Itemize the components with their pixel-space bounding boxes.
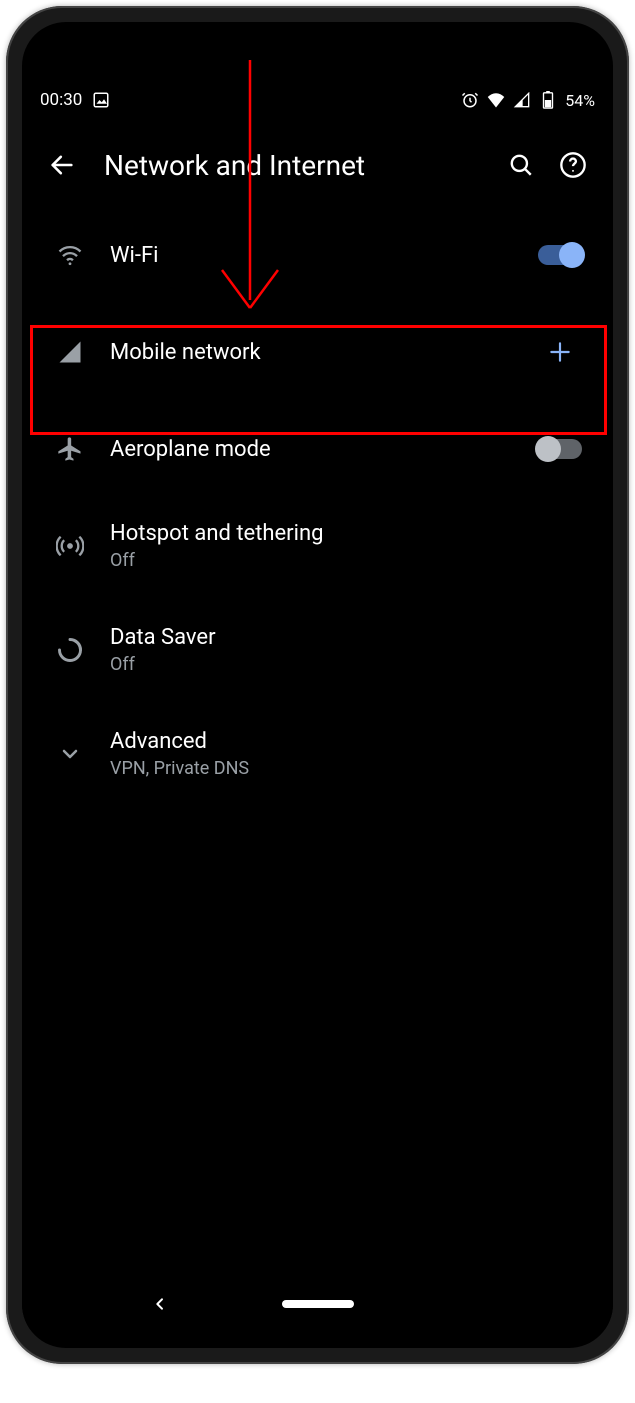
screen: 00:30 (22, 80, 613, 1330)
settings-list: Wi-Fi Mobile network (22, 210, 613, 806)
row-wifi-title: Wi-Fi (110, 243, 525, 268)
row-hotspot-body: Hotspot and tethering Off (100, 521, 595, 571)
row-aeroplane-body: Aeroplane mode (100, 437, 525, 462)
row-advanced-sub: VPN, Private DNS (110, 758, 595, 779)
status-time: 00:30 (40, 90, 82, 110)
hotspot-icon (40, 532, 100, 560)
row-advanced-body: Advanced VPN, Private DNS (100, 729, 595, 779)
row-hotspot-title: Hotspot and tethering (110, 521, 595, 546)
wifi-status-icon (487, 91, 505, 109)
row-hotspot-sub: Off (110, 550, 595, 571)
back-button[interactable] (40, 143, 84, 187)
datasaver-icon (40, 636, 100, 664)
search-button[interactable] (499, 143, 543, 187)
help-icon (559, 151, 587, 179)
aeroplane-toggle-area[interactable] (525, 439, 595, 459)
page-title: Network and Internet (104, 149, 491, 182)
status-right: 54% (461, 91, 595, 110)
battery-percent: 54% (565, 91, 595, 110)
arrow-left-icon (48, 151, 76, 179)
app-header: Network and Internet (22, 120, 613, 210)
cellular-icon (40, 338, 100, 366)
row-advanced[interactable]: Advanced VPN, Private DNS (22, 702, 613, 806)
status-bar: 00:30 (22, 80, 613, 120)
wifi-icon (40, 241, 100, 269)
image-icon (92, 91, 110, 109)
phone-frame: 00:30 (6, 6, 629, 1364)
row-wifi[interactable]: Wi-Fi (22, 210, 613, 300)
aeroplane-toggle[interactable] (538, 439, 582, 459)
row-datasaver-title: Data Saver (110, 625, 595, 650)
nav-home-pill[interactable] (282, 1300, 354, 1308)
row-advanced-title: Advanced (110, 729, 595, 754)
wifi-toggle-area[interactable] (525, 245, 595, 265)
status-left: 00:30 (40, 90, 110, 110)
row-hotspot[interactable]: Hotspot and tethering Off (22, 494, 613, 598)
row-aeroplane-title: Aeroplane mode (110, 437, 525, 462)
battery-icon (539, 91, 557, 109)
row-mobile-network[interactable]: Mobile network (22, 300, 613, 404)
row-mobile-title: Mobile network (110, 340, 525, 365)
plus-icon (547, 339, 573, 365)
chevron-down-icon (40, 742, 100, 766)
wifi-toggle[interactable] (538, 245, 582, 265)
help-button[interactable] (551, 143, 595, 187)
row-datasaver-sub: Off (110, 654, 595, 675)
search-icon (508, 152, 534, 178)
cellular-status-icon (513, 91, 531, 109)
row-datasaver-body: Data Saver Off (100, 625, 595, 675)
row-aeroplane[interactable]: Aeroplane mode (22, 404, 613, 494)
row-wifi-body: Wi-Fi (100, 243, 525, 268)
chevron-left-icon (152, 1294, 168, 1314)
phone-inner: 00:30 (22, 22, 613, 1348)
add-mobile-network-button[interactable] (525, 339, 595, 365)
airplane-icon (40, 435, 100, 463)
nav-back-button[interactable] (152, 1294, 168, 1318)
row-mobile-body: Mobile network (100, 340, 525, 365)
row-datasaver[interactable]: Data Saver Off (22, 598, 613, 702)
alarm-icon (461, 91, 479, 109)
android-navbar (22, 1278, 613, 1330)
